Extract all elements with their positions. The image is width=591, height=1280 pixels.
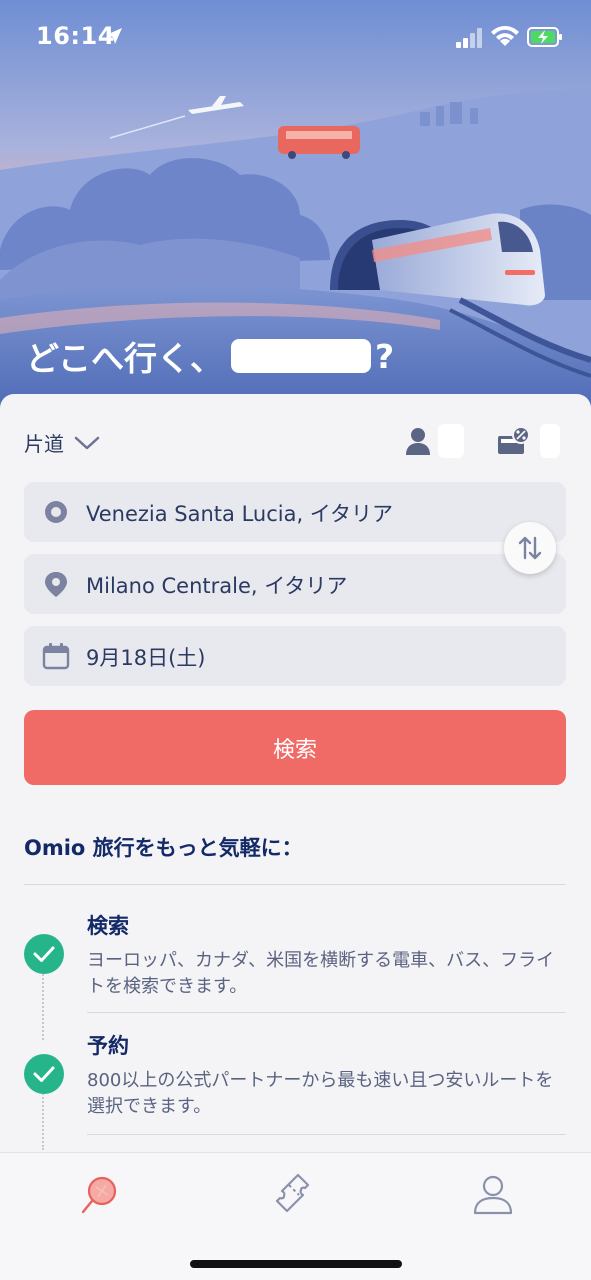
check-circle-icon — [24, 1054, 64, 1094]
user-name-redaction — [231, 339, 372, 373]
swap-arrows-icon — [518, 536, 542, 560]
chevron-down-icon — [74, 436, 100, 449]
date-field[interactable]: 9月18日(土) — [24, 626, 566, 686]
discount-card-redaction — [540, 424, 560, 458]
trip-type-label: 片道 — [24, 432, 64, 456]
benefit-item: 予約 800以上の公式パートナーから最も速い且つ安いルートを選択できます。 — [24, 1030, 569, 1130]
wifi-icon — [491, 26, 519, 46]
discount-card-icon[interactable] — [498, 426, 530, 456]
search-card: 片道 Venezia Santa Lucia, イタリア Milano Cent… — [0, 394, 591, 1194]
search-icon[interactable] — [78, 1171, 124, 1217]
benefit-item: 検索 ヨーロッパ、カナダ、米国を横断する電車、バス、フライトを検索できます。 — [24, 910, 569, 1010]
trip-type-selector[interactable]: 片道 — [24, 428, 100, 457]
origin-value: Venezia Santa Lucia, イタリア — [86, 502, 393, 526]
hero-banner: 16:14 どこへ行く、 ? — [0, 0, 591, 420]
divider — [87, 1012, 566, 1013]
origin-circle-icon — [45, 501, 67, 523]
destination-value: Milano Centrale, イタリア — [86, 574, 348, 598]
passenger-icon[interactable] — [404, 426, 432, 456]
origin-field[interactable]: Venezia Santa Lucia, イタリア — [24, 482, 566, 542]
check-circle-icon — [24, 934, 64, 974]
bottom-tab-bar — [0, 1152, 591, 1280]
location-pin-icon — [45, 572, 67, 597]
benefits-title: Omio 旅行をもっと気軽に： — [24, 836, 303, 860]
cellular-signal-icon — [456, 28, 482, 48]
user-icon[interactable] — [470, 1171, 516, 1217]
divider — [87, 1134, 566, 1135]
passenger-count-redaction — [438, 424, 464, 458]
date-value: 9月18日(土) — [86, 646, 206, 670]
search-button[interactable]: 検索 — [24, 710, 566, 785]
destination-field[interactable]: Milano Centrale, イタリア — [24, 554, 566, 614]
location-arrow-icon — [106, 28, 122, 44]
hero-title-prefix: どこへ行く、 — [26, 339, 224, 378]
benefit-description: 800以上の公式パートナーから最も速い且つ安いルートを選択できます。 — [87, 1070, 554, 1117]
home-indicator — [190, 1260, 402, 1268]
hero-title: どこへ行く、 ? — [26, 332, 394, 380]
ticket-icon[interactable] — [272, 1171, 318, 1217]
calendar-icon — [42, 643, 70, 670]
swap-stations-button[interactable] — [504, 522, 556, 574]
benefit-title: 予約 — [87, 1034, 129, 1058]
benefit-title: 検索 — [87, 914, 129, 938]
hero-title-suffix: ? — [375, 336, 395, 376]
battery-charging-icon — [527, 27, 562, 47]
divider — [24, 884, 566, 885]
status-bar: 16:14 — [0, 0, 591, 78]
trip-options-row: 片道 — [24, 422, 569, 462]
benefit-description: ヨーロッパ、カナダ、米国を横断する電車、バス、フライトを検索できます。 — [87, 950, 555, 997]
